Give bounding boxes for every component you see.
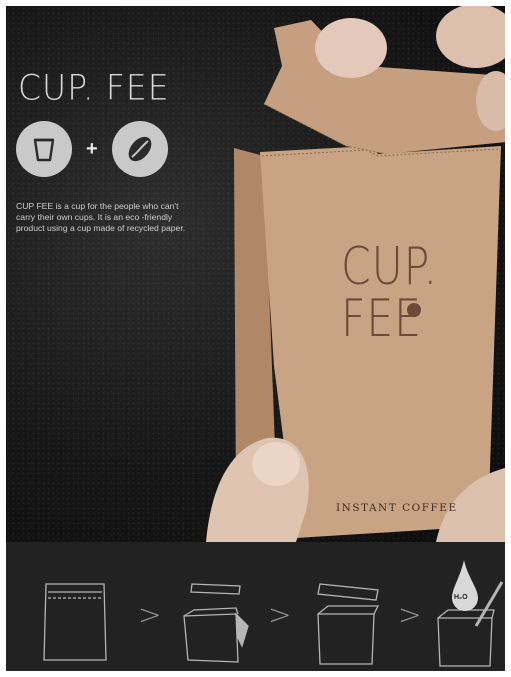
coffee-bean-icon xyxy=(111,121,168,177)
finger-top-right xyxy=(436,6,505,68)
sealed-package-icon xyxy=(43,583,107,661)
thumbnail xyxy=(252,442,300,486)
product-photo: CUP. FEE + CUP FEE is a cup for the peop… xyxy=(6,6,505,542)
open-cup-icon xyxy=(317,583,380,665)
package-brand-logo: CUP. FEE xyxy=(341,237,438,349)
package-label: INSTANT COFFEE xyxy=(336,502,458,514)
poster: CUP. FEE + CUP FEE is a cup for the peop… xyxy=(6,6,505,671)
cup-icon xyxy=(16,121,72,177)
water-drop-icon xyxy=(452,560,478,611)
water-label: H₂O xyxy=(454,594,468,601)
arrow-2: > xyxy=(268,598,292,631)
arrow-1: > xyxy=(138,598,162,631)
tear-open-icon xyxy=(183,583,249,663)
page-title: CUP. FEE xyxy=(18,67,170,108)
plus-sign: + xyxy=(86,137,98,160)
instruction-strip: > > > H₂O xyxy=(6,542,505,671)
formula-row: + xyxy=(16,121,168,177)
instruction-illustrations xyxy=(43,560,504,667)
finger-top xyxy=(315,18,387,78)
arrow-3: > xyxy=(398,598,422,631)
product-description: CUP FEE is a cup for the people who can'… xyxy=(16,201,186,233)
